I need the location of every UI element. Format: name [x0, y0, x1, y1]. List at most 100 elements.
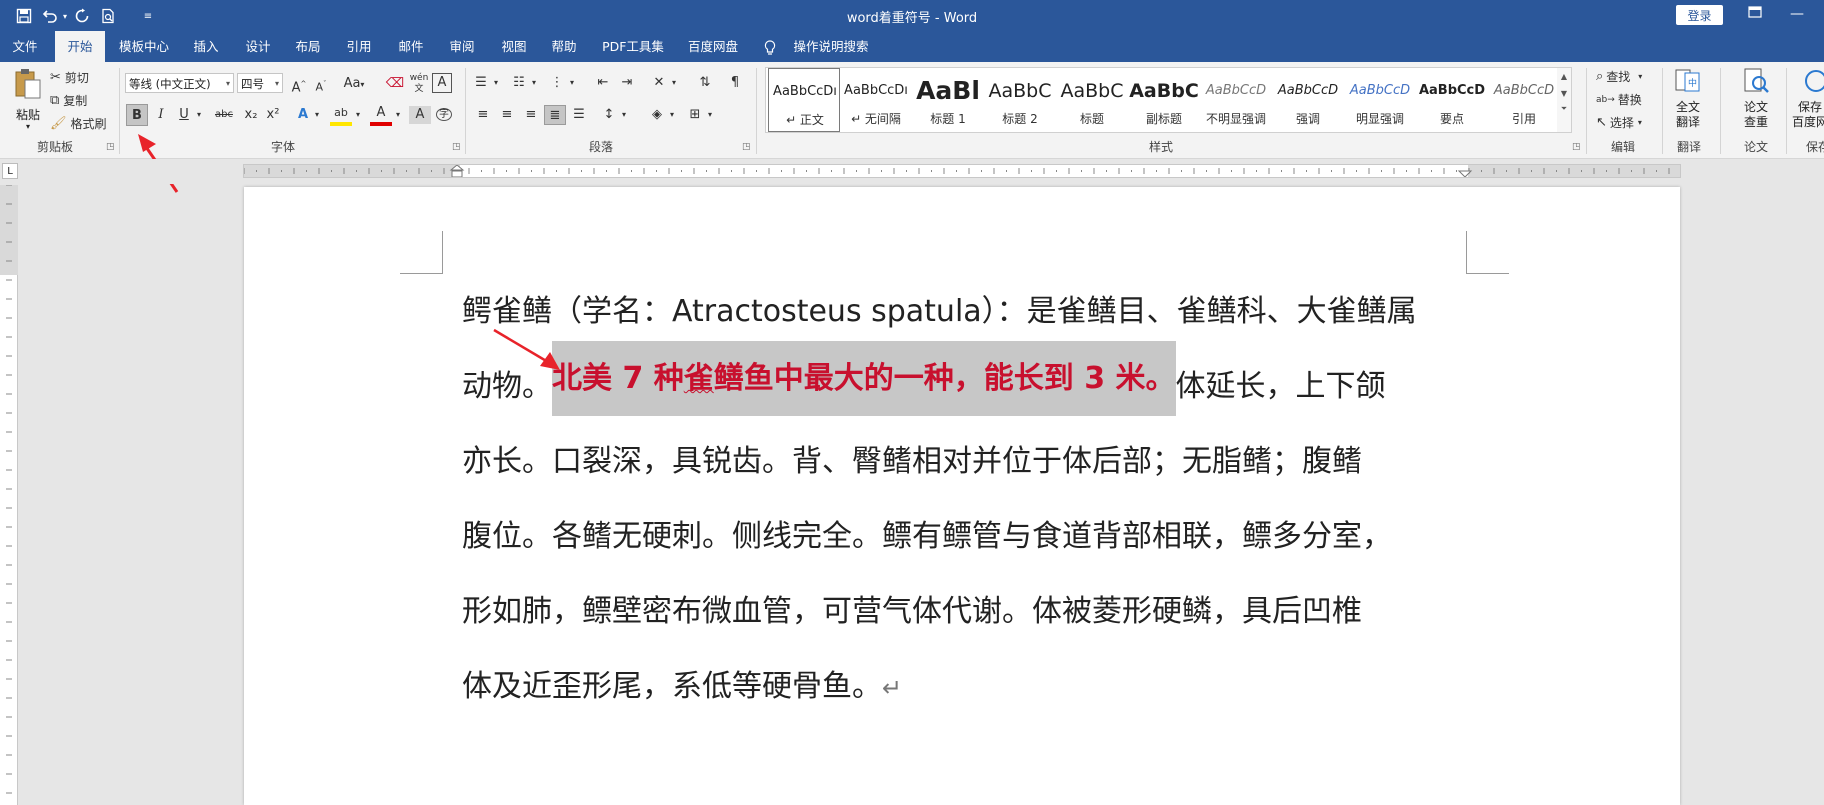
full-text-translate-button[interactable]: 中 全文 翻译 — [1668, 67, 1708, 133]
style-title[interactable]: AaBbC 标题 — [1056, 68, 1128, 132]
chinese-layout-dropdown-icon[interactable]: ▾ — [668, 73, 680, 93]
align-center-icon[interactable]: ≡ — [496, 105, 518, 125]
style-emphasis[interactable]: AaBbCcD 强调 — [1272, 68, 1344, 132]
ribbon-display-icon[interactable] — [1748, 6, 1762, 22]
shading-icon[interactable]: ◈ — [646, 105, 668, 125]
increase-indent-icon[interactable]: ⇥ — [616, 73, 638, 93]
login-button[interactable]: 登录 — [1676, 5, 1723, 25]
multilevel-list-icon[interactable]: ⋮ — [546, 73, 568, 93]
save-to-baidu-button[interactable]: 保存 百度网 — [1792, 67, 1824, 133]
tab-mailings[interactable]: 邮件 — [391, 31, 431, 62]
style-normal[interactable]: AaBbCcDı ↵ 正文 — [768, 68, 840, 132]
bullets-icon[interactable]: ☰ — [470, 73, 492, 93]
cut-button[interactable]: ✂ 剪切 — [50, 69, 89, 86]
tell-me-search[interactable]: 操作说明搜索 — [786, 31, 876, 62]
tab-template-center[interactable]: 模板中心 — [110, 31, 178, 62]
horizontal-ruler[interactable] — [243, 164, 1681, 178]
borders-icon[interactable]: ⊞ — [684, 105, 706, 125]
decrease-indent-icon[interactable]: ⇤ — [592, 73, 614, 93]
save-icon[interactable] — [14, 6, 34, 26]
text-effects-dropdown-icon[interactable]: ▾ — [311, 104, 323, 126]
chevron-down-icon[interactable]: ▼ — [1557, 89, 1571, 98]
undo-icon[interactable] — [40, 6, 60, 26]
select-button[interactable]: ↖ 选择 ▾ — [1596, 114, 1642, 131]
paper-check-button[interactable]: 论文 查重 — [1736, 67, 1776, 133]
vertical-ruler[interactable] — [0, 185, 18, 805]
align-right-icon[interactable]: ≡ — [520, 105, 542, 125]
format-painter-button[interactable]: 🖌 格式刷 — [50, 115, 107, 132]
phonetic-guide-button[interactable]: wén 文 — [408, 73, 430, 95]
tab-design[interactable]: 设计 — [238, 31, 278, 62]
italic-button[interactable]: I — [150, 104, 172, 126]
font-color-button[interactable]: A — [370, 104, 392, 126]
numbering-icon[interactable]: ☷ — [508, 73, 530, 93]
find-button[interactable]: ⌕ 查找 ▾ — [1596, 68, 1642, 85]
sort-icon[interactable]: ⇅ — [694, 73, 716, 93]
shading-dropdown-icon[interactable]: ▾ — [666, 105, 678, 125]
tab-insert[interactable]: 插入 — [186, 31, 226, 62]
undo-dropdown-icon[interactable]: ▾ — [60, 6, 70, 26]
subscript-button[interactable]: x₂ — [240, 104, 262, 126]
document-body[interactable]: 鳄雀鳝（学名：Atractosteus spatula）：是雀鳝目、雀鳝科、大雀… — [462, 268, 1472, 718]
tab-view[interactable]: 视图 — [494, 31, 534, 62]
minimize-icon[interactable]: — — [1790, 6, 1804, 22]
show-marks-icon[interactable]: ¶ — [724, 73, 746, 93]
shrink-font-button[interactable]: Aˇ — [310, 73, 332, 95]
style-subtle-emphasis[interactable]: AaBbCcD 不明显强调 — [1200, 68, 1272, 132]
font-name-dropdown[interactable]: 等线 (中文正文) ▾ — [125, 73, 234, 93]
style-no-spacing[interactable]: AaBbCcDı ↵ 无间隔 — [840, 68, 912, 132]
grow-font-button[interactable]: A^ — [288, 73, 310, 95]
print-preview-icon[interactable] — [98, 6, 118, 26]
enclose-characters-button[interactable]: 字 — [433, 104, 455, 126]
style-quote[interactable]: AaBbCcD 引用 — [1488, 68, 1560, 132]
style-subtitle[interactable]: AaBbC 副标题 — [1128, 68, 1200, 132]
line-spacing-dropdown-icon[interactable]: ▾ — [618, 105, 630, 125]
tab-layout[interactable]: 布局 — [288, 31, 328, 62]
bullets-dropdown-icon[interactable]: ▾ — [490, 73, 502, 93]
line-spacing-icon[interactable]: ↕ — [598, 105, 620, 125]
redo-icon[interactable] — [72, 6, 92, 26]
borders-dropdown-icon[interactable]: ▾ — [704, 105, 716, 125]
tab-review[interactable]: 审阅 — [442, 31, 482, 62]
strikethrough-button[interactable]: abc — [210, 104, 238, 126]
customize-icon[interactable]: ≡ — [142, 6, 154, 26]
tab-baidu-netdisk[interactable]: 百度网盘 — [682, 31, 744, 62]
tab-references[interactable]: 引用 — [339, 31, 379, 62]
highlight-dropdown-icon[interactable]: ▾ — [352, 104, 364, 126]
tab-help[interactable]: 帮助 — [544, 31, 584, 62]
change-case-button[interactable]: Aa▾ — [338, 73, 370, 95]
underline-button[interactable]: U — [173, 104, 195, 126]
bold-button[interactable]: B — [126, 104, 148, 126]
distributed-icon[interactable]: ☰ — [568, 105, 590, 125]
character-border-button[interactable]: A — [432, 73, 452, 93]
tab-home[interactable]: 开始 — [55, 31, 105, 62]
copy-button[interactable]: ⧉ 复制 — [50, 92, 87, 109]
font-launcher-icon[interactable]: ◳ — [452, 142, 461, 152]
gallery-scroll[interactable]: ▲ ▼ ⏷ — [1557, 67, 1572, 133]
numbering-dropdown-icon[interactable]: ▾ — [528, 73, 540, 93]
clipboard-launcher-icon[interactable]: ◳ — [106, 142, 115, 152]
style-strong[interactable]: AaBbCcD 要点 — [1416, 68, 1488, 132]
justify-icon[interactable]: ≣ — [544, 105, 566, 125]
chinese-layout-icon[interactable]: ✕ — [648, 73, 670, 93]
tab-file[interactable]: 文件 — [0, 31, 50, 62]
paste-button[interactable]: 粘贴 ▾ — [10, 68, 46, 132]
character-shading-button[interactable]: A — [409, 106, 431, 124]
chevron-up-icon[interactable]: ▲ — [1557, 72, 1571, 81]
styles-launcher-icon[interactable]: ◳ — [1572, 142, 1581, 152]
clear-format-button[interactable]: ⌫ — [384, 73, 406, 95]
tab-pdf-tools[interactable]: PDF工具集 — [597, 31, 669, 62]
style-intense-emphasis[interactable]: AaBbCcD 明显强调 — [1344, 68, 1416, 132]
gallery-more-icon[interactable]: ⏷ — [1557, 104, 1571, 114]
multilevel-dropdown-icon[interactable]: ▾ — [566, 73, 578, 93]
style-heading-1[interactable]: AaBl 标题 1 — [912, 68, 984, 132]
superscript-button[interactable]: x² — [262, 104, 284, 126]
tab-selector-icon[interactable]: L — [2, 163, 18, 179]
font-color-dropdown-icon[interactable]: ▾ — [392, 104, 404, 126]
replace-button[interactable]: ab→ 替换 — [1596, 91, 1642, 108]
align-left-icon[interactable]: ≡ — [472, 105, 494, 125]
style-heading-2[interactable]: AaBbC 标题 2 — [984, 68, 1056, 132]
paragraph-launcher-icon[interactable]: ◳ — [742, 142, 751, 152]
underline-dropdown-icon[interactable]: ▾ — [193, 104, 205, 126]
font-size-dropdown[interactable]: 四号 ▾ — [237, 73, 283, 93]
